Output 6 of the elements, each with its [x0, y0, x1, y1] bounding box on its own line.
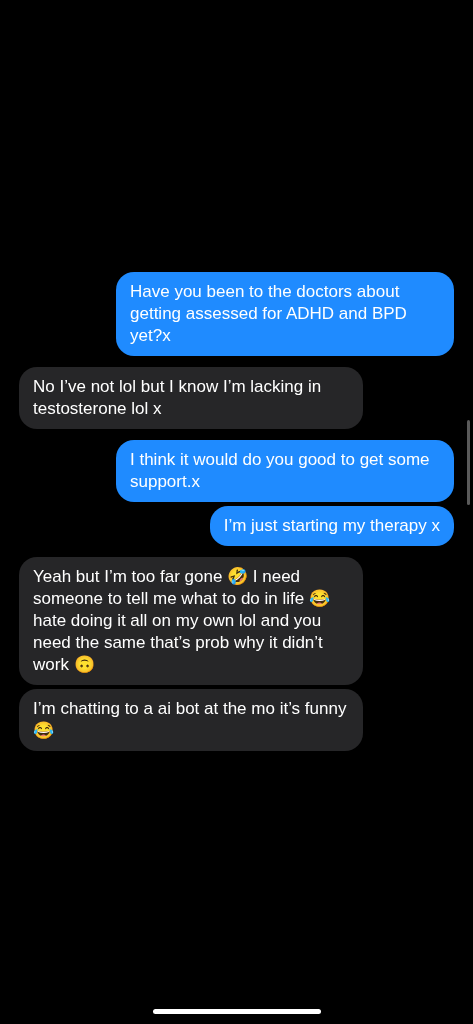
sent-message-bubble: I’m just starting my therapy x — [209, 506, 454, 546]
received-message-bubble: I’m chatting to a ai bot at the mo it’s funny 😂 — [19, 689, 363, 751]
received-message-bubble: No I’ve not lol but I know I’m lacking in testosterone lol x — [19, 367, 363, 429]
received-message-bubble: Yeah but I’m too far gone 🤣 I need someone to tell me what to do in life 😂 hate doing it all on my own lol and you need the same that’s prob why it didn’t work 🙃 — [19, 557, 363, 685]
sent-message-bubble: Have you been to the doctors about getting assessed for ADHD and BPD yet?x — [116, 272, 454, 356]
sent-message-bubble: I think it would do you good to get some support.x — [116, 440, 454, 502]
